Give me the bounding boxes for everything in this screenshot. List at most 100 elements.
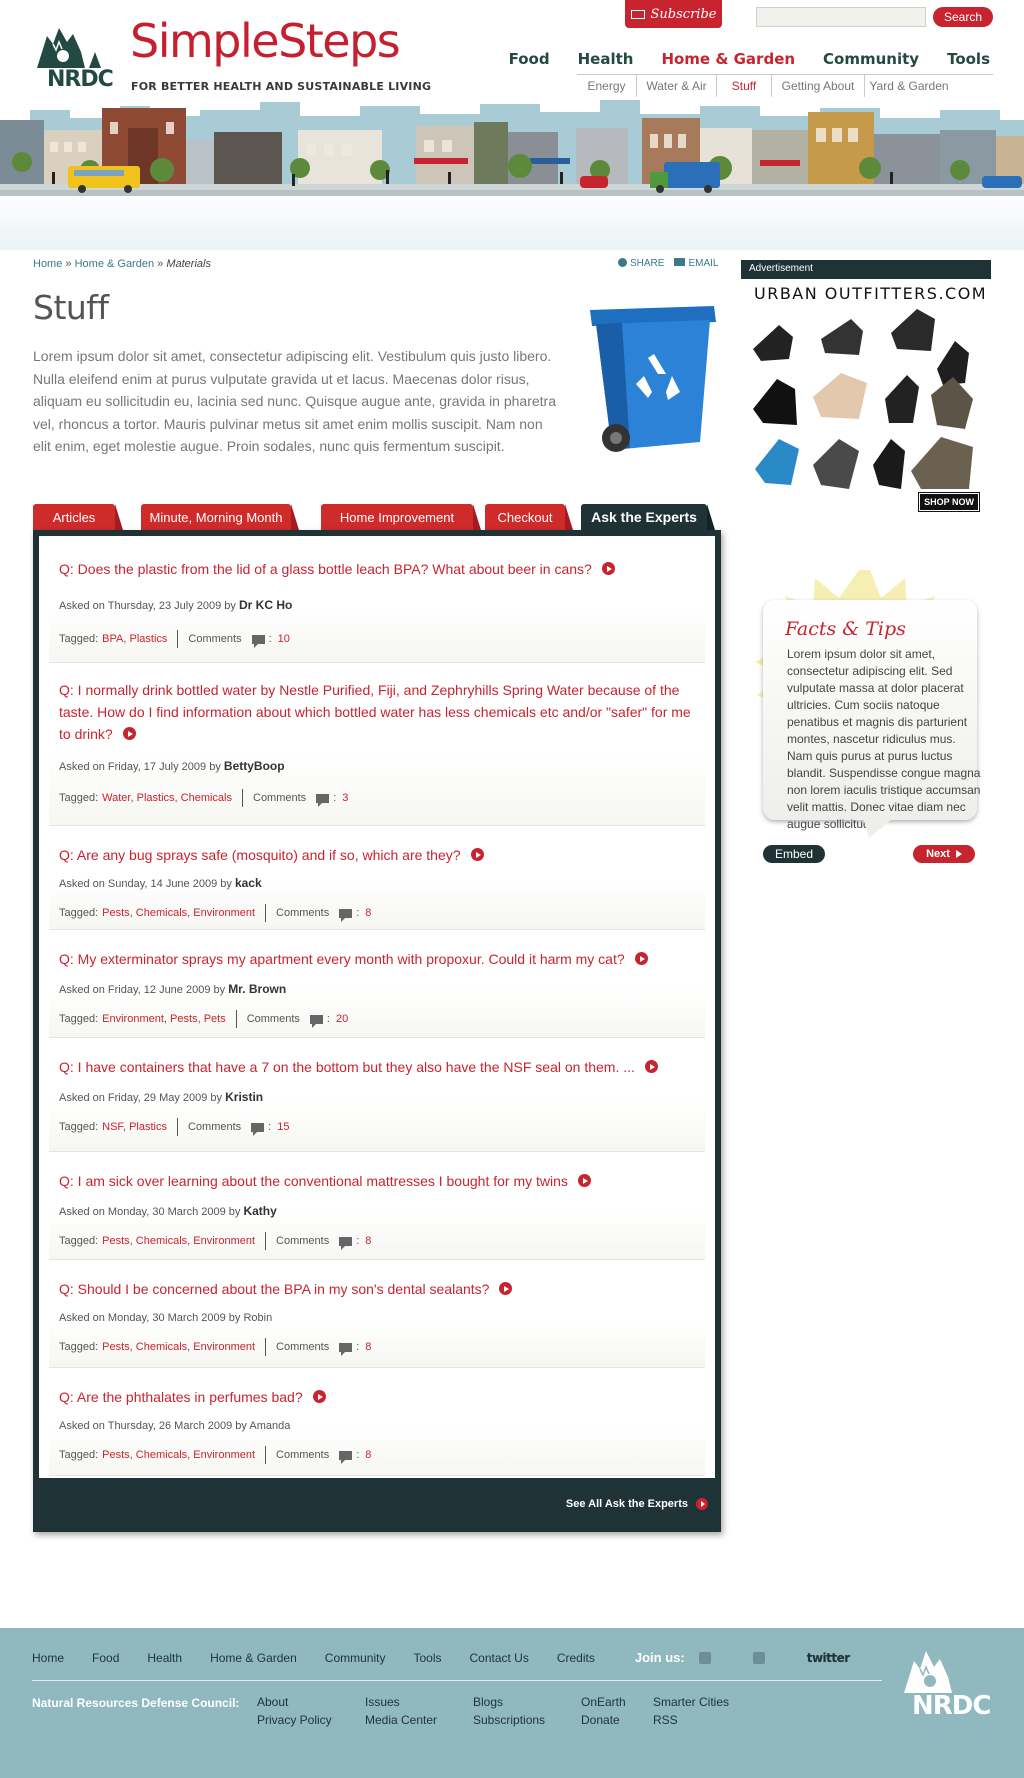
twitter-icon[interactable]: twitter	[807, 1651, 850, 1665]
author-name[interactable]: Kristin	[225, 1090, 263, 1104]
main-nav-item[interactable]: Food	[509, 50, 550, 68]
footer-nav-item[interactable]: Community	[325, 1651, 386, 1665]
next-button[interactable]: Next	[913, 845, 975, 863]
tab-4[interactable]: Ask the Experts	[581, 504, 715, 530]
see-all-button[interactable]: See All Ask the Experts	[566, 1498, 708, 1510]
comment-count[interactable]: 8	[365, 1449, 371, 1461]
tag-link[interactable]: Plastics	[129, 633, 167, 645]
author-name[interactable]: Dr KC Ho	[239, 598, 292, 612]
footer-nav-item[interactable]: Home & Garden	[210, 1651, 297, 1665]
question-link[interactable]: Q: I normally drink bottled water by Nes…	[59, 679, 695, 745]
sub-nav-item[interactable]: Water & Air	[637, 75, 717, 97]
footer-nav-item[interactable]: Health	[147, 1651, 182, 1665]
question-link[interactable]: Q: Should I be concerned about the BPA i…	[59, 1278, 695, 1300]
question-link[interactable]: Q: I have containers that have a 7 on th…	[59, 1056, 695, 1078]
comment-count[interactable]: 10	[278, 633, 290, 645]
footer-link[interactable]: Privacy Policy	[257, 1713, 365, 1727]
comment-count[interactable]: 3	[342, 792, 348, 804]
rss-icon[interactable]	[698, 1651, 711, 1664]
footer-link[interactable]: Smarter Cities	[653, 1695, 753, 1709]
tab-0[interactable]: Articles	[33, 504, 123, 530]
main-nav-item[interactable]: Tools	[947, 50, 990, 68]
footer-link[interactable]: RSS	[653, 1713, 753, 1727]
sub-nav-item[interactable]: Yard & Garden	[865, 75, 953, 97]
author-name[interactable]: Amanda	[249, 1420, 290, 1432]
footer-nav-item[interactable]: Tools	[413, 1651, 441, 1665]
advertisement-banner[interactable]: URBAN OUTFITTERS.COM SHOP NOW	[741, 279, 991, 517]
nrdc-logo[interactable]: NRDC	[33, 22, 121, 94]
tag-link[interactable]: Environment	[102, 1013, 164, 1025]
tag-link[interactable]: Pests	[170, 1013, 198, 1025]
breadcrumb-home[interactable]: Home	[33, 258, 62, 270]
author-name[interactable]: Kathy	[243, 1204, 276, 1218]
footer-link[interactable]: Subscriptions	[473, 1713, 581, 1727]
footer-nav-item[interactable]: Credits	[557, 1651, 595, 1665]
question-link[interactable]: Q: My exterminator sprays my apartment e…	[59, 948, 695, 970]
footer-nrdc-logo[interactable]: NRDC	[898, 1643, 994, 1723]
footer-link[interactable]: Donate	[581, 1713, 653, 1727]
tag-link[interactable]: NSF	[102, 1121, 123, 1133]
author-name[interactable]: Robin	[243, 1312, 272, 1324]
brand-title[interactable]: SimpleSteps	[130, 18, 401, 64]
author-name[interactable]: Mr. Brown	[228, 982, 286, 996]
question-link[interactable]: Q: Are any bug sprays safe (mosquito) an…	[59, 844, 695, 866]
footer-link[interactable]: Media Center	[365, 1713, 473, 1727]
footer-link[interactable]: About	[257, 1695, 365, 1709]
search-button[interactable]: Search	[933, 7, 993, 27]
footer-link[interactable]: Issues	[365, 1695, 473, 1709]
sub-nav: Energy Water & Air Stuff Getting About Yard …	[577, 74, 993, 98]
sub-nav-item[interactable]: Stuff	[717, 75, 772, 97]
tag-link[interactable]: Chemicals	[136, 907, 187, 919]
facebook-icon[interactable]	[752, 1651, 765, 1664]
tag-link[interactable]: Environment	[193, 1341, 255, 1353]
breadcrumb-section[interactable]: Home & Garden	[75, 258, 154, 270]
tab-3[interactable]: Checkout	[485, 504, 573, 530]
email-link[interactable]: EMAIL	[674, 258, 718, 269]
comment-count[interactable]: 8	[365, 907, 371, 919]
main-nav-item[interactable]: Community	[823, 50, 919, 68]
share-link[interactable]: SHARE	[618, 258, 664, 269]
main-nav-item[interactable]: Health	[578, 50, 634, 68]
subscribe-button[interactable]: Subscribe	[625, 0, 722, 28]
question-link[interactable]: Q: Does the plastic from the lid of a gl…	[59, 558, 695, 580]
tag-link[interactable]: Chemicals	[181, 792, 232, 804]
footer-link[interactable]: OnEarth	[581, 1695, 653, 1709]
page-title: Stuff	[33, 288, 109, 327]
question-link[interactable]: Q: Are the phthalates in perfumes bad?	[59, 1386, 695, 1408]
sub-nav-item[interactable]: Energy	[577, 75, 637, 97]
search-input[interactable]	[756, 7, 926, 27]
tag-link[interactable]: Environment	[193, 907, 255, 919]
tag-link[interactable]: Pests	[102, 907, 130, 919]
tag-link[interactable]: Environment	[193, 1235, 255, 1247]
footer-nav-item[interactable]: Food	[92, 1651, 119, 1665]
shop-now-button[interactable]: SHOP NOW	[918, 492, 980, 512]
tag-link[interactable]: Pests	[102, 1341, 130, 1353]
question-link[interactable]: Q: I am sick over learning about the con…	[59, 1170, 695, 1192]
tag-link[interactable]: Environment	[193, 1449, 255, 1461]
tag-link[interactable]: BPA	[102, 633, 123, 645]
footer-link[interactable]: Blogs	[473, 1695, 581, 1709]
tag-link[interactable]: Pets	[204, 1013, 226, 1025]
tag-link[interactable]: Pests	[102, 1235, 130, 1247]
tag-link[interactable]: Chemicals	[136, 1449, 187, 1461]
footer-nav-item[interactable]: Home	[32, 1651, 64, 1665]
tag-link[interactable]: Water	[102, 792, 130, 804]
tab-2[interactable]: Home Improvement	[321, 504, 481, 530]
comment-count[interactable]: 8	[365, 1341, 371, 1353]
tag-link[interactable]: Plastics	[129, 1121, 167, 1133]
comment-count[interactable]: 8	[365, 1235, 371, 1247]
tab-1[interactable]: Minute, Morning Month	[141, 504, 299, 530]
tag-link[interactable]: Chemicals	[136, 1341, 187, 1353]
comment-count[interactable]: 15	[277, 1121, 289, 1133]
envelope-icon	[630, 9, 645, 19]
sub-nav-item[interactable]: Getting About	[772, 75, 865, 97]
author-name[interactable]: kack	[235, 876, 262, 890]
footer-nav-item[interactable]: Contact Us	[469, 1651, 528, 1665]
main-nav-item[interactable]: Home & Garden	[661, 50, 795, 68]
comment-count[interactable]: 20	[336, 1013, 348, 1025]
tag-link[interactable]: Chemicals	[136, 1235, 187, 1247]
author-name[interactable]: BettyBoop	[224, 759, 285, 773]
tag-link[interactable]: Pests	[102, 1449, 130, 1461]
tag-link[interactable]: Plastics	[137, 792, 175, 804]
embed-button[interactable]: Embed	[763, 845, 825, 863]
